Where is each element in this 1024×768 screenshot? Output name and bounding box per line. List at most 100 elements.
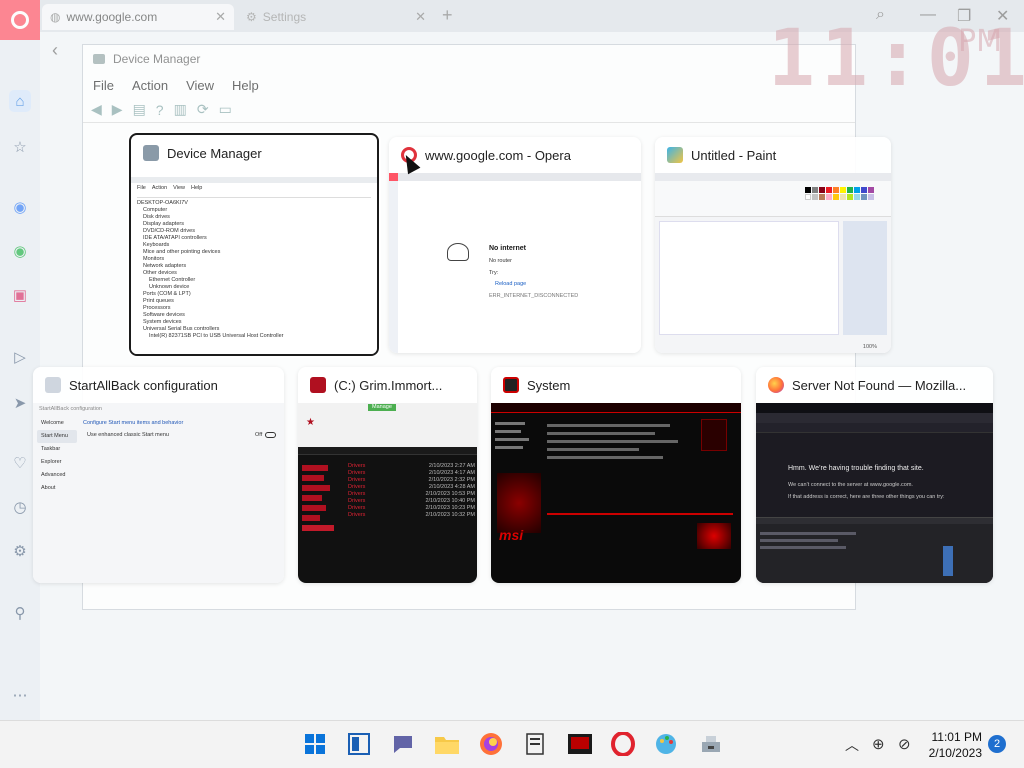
- tree-row: Intel(R) 82371SB PCI to USB Universal Ho…: [149, 333, 284, 339]
- windows-start-icon[interactable]: [302, 731, 328, 757]
- taskbar: ︿ ⊕ ⊘ 11:01 PM 2/10/2023 2: [0, 720, 1024, 768]
- language-globe-icon[interactable]: ⊕: [872, 735, 885, 753]
- thumb-menu-item: Help: [191, 185, 203, 191]
- file-explorer-icon[interactable]: [434, 731, 460, 757]
- thumb-nav-item: Taskbar: [41, 446, 61, 452]
- network-disconnected-icon[interactable]: ⊘: [898, 735, 911, 753]
- file-date: 2/10/2023 10:23 PM: [425, 505, 475, 511]
- thumb-text: If that address is correct, here are thr…: [788, 494, 945, 500]
- notification-count-badge[interactable]: 2: [988, 735, 1006, 753]
- msi-dragon-logo-icon: [497, 473, 541, 533]
- file-name: Drivers: [348, 512, 366, 518]
- file-date: 2/10/2023 10:53 PM: [425, 491, 475, 497]
- tree-row: Mice and other pointing devices: [143, 249, 221, 255]
- thumbnail-opera: No internet No router Try: Reload page E…: [389, 173, 641, 353]
- thumb-heading: Hmm. We’re having trouble finding that s…: [788, 465, 924, 472]
- card-header: (C:) Grim.Immort...: [298, 367, 477, 403]
- switcher-card-system[interactable]: System msi: [491, 367, 741, 583]
- card-header: StartAllBack configuration: [33, 367, 284, 403]
- firefox-icon: [768, 377, 784, 393]
- thumb-menu: File Action View Help: [137, 185, 371, 192]
- tree-row: Other devices: [143, 270, 177, 276]
- file-name: Drivers: [348, 470, 366, 476]
- thumbnail-firefox: Hmm. We’re having trouble finding that s…: [756, 403, 993, 583]
- thumb-heading: Configure Start menu items and behavior: [83, 420, 184, 426]
- switcher-card-paint[interactable]: Untitled - Paint 100%: [655, 137, 891, 353]
- thumb-option: Use enhanced classic Start menu: [87, 432, 169, 438]
- card-header: Server Not Found — Mozilla...: [756, 367, 993, 403]
- show-hidden-icons-chevron[interactable]: ︿: [845, 735, 859, 755]
- msi-dragon-icon: [697, 523, 731, 549]
- file-name: Drivers: [348, 477, 366, 483]
- file-explorer-icon: [310, 377, 326, 393]
- file-date: 2/10/2023 2:32 PM: [428, 477, 475, 483]
- firefox-icon[interactable]: [478, 731, 504, 757]
- tree-row: Universal Serial Bus controllers: [143, 326, 220, 332]
- tree-row: Monitors: [143, 256, 165, 262]
- thumb-nav-item: Welcome: [41, 420, 64, 426]
- snap-layouts-icon[interactable]: [346, 731, 372, 757]
- system-icon: [503, 377, 519, 393]
- file-name: Drivers: [348, 498, 366, 504]
- tree-row: Keyboards: [143, 242, 170, 248]
- thumb-tree: DESKTOP-OA6KI7V Computer Disk drives Dis…: [137, 200, 371, 340]
- tree-row: Disk drives: [143, 214, 170, 220]
- pin-star-icon: ★: [306, 417, 315, 428]
- thumb-link: Reload page: [495, 281, 527, 287]
- card-header: Untitled - Paint: [655, 137, 891, 173]
- switcher-card-explorer[interactable]: (C:) Grim.Immort... Manage ★ Drivers 2/10…: [298, 367, 477, 583]
- toggle-switch-icon: [265, 432, 276, 438]
- task-switcher: Device Manager File Action View Help DES…: [0, 0, 1024, 720]
- msi-brand-text: msi: [499, 527, 524, 543]
- tree-row: System devices: [143, 319, 182, 325]
- card-title: (C:) Grim.Immort...: [334, 377, 443, 393]
- device-manager-icon[interactable]: [698, 731, 724, 757]
- file-name: Drivers: [348, 505, 366, 511]
- msi-mascot-icon: [701, 419, 727, 451]
- thumb-nav-item: Explorer: [41, 459, 62, 465]
- ribbon-tab: Manage: [368, 404, 396, 411]
- tree-row: DVD/CD-ROM drives: [143, 228, 195, 234]
- card-title: Untitled - Paint: [691, 147, 777, 163]
- thumb-text: Try:: [489, 270, 499, 276]
- zoom-level: 100%: [862, 344, 877, 350]
- thumb-text: No router: [489, 258, 512, 264]
- switcher-card-opera[interactable]: www.google.com - Opera No internet No ro…: [389, 137, 641, 353]
- switcher-card-device-manager[interactable]: Device Manager File Action View Help DES…: [129, 133, 379, 356]
- startallback-icon: [45, 377, 61, 393]
- tree-row: Network adapters: [143, 263, 187, 269]
- switcher-card-firefox[interactable]: Server Not Found — Mozilla... Hmm. We’re…: [756, 367, 993, 583]
- card-header: www.google.com - Opera: [389, 137, 641, 173]
- notepad-icon[interactable]: [522, 731, 548, 757]
- thumb-text: We can’t connect to the server at www.go…: [788, 482, 913, 488]
- file-name: Drivers: [348, 491, 366, 497]
- card-title: System: [527, 377, 571, 393]
- file-date: 2/10/2023 2:27 AM: [428, 463, 475, 469]
- dino-icon: [447, 243, 469, 261]
- card-title: www.google.com - Opera: [425, 147, 571, 163]
- thumbnail-device-manager: File Action View Help DESKTOP-OA6KI7V Co…: [131, 175, 377, 354]
- taskbar-clock-date[interactable]: 2/10/2023: [922, 746, 982, 760]
- explorer-file-list: Drivers 2/10/2023 2:27 AM Drivers 2/10/202…: [348, 463, 475, 519]
- thumb-error-code: ERR_INTERNET_DISCONNECTED: [489, 293, 579, 299]
- thumbnail-system: msi: [491, 403, 741, 583]
- tree-row: Print queues: [143, 298, 174, 304]
- msi-center-icon[interactable]: [566, 731, 594, 757]
- switcher-card-startallback[interactable]: StartAllBack configuration StartAllBack …: [33, 367, 284, 583]
- thumbnail-explorer: Manage ★ Drivers 2/10/2023 2:27 AM Driver…: [298, 403, 477, 583]
- tree-row: Software devices: [143, 312, 185, 318]
- tree-row: Display adapters: [143, 221, 184, 227]
- card-header: Device Manager: [131, 135, 377, 171]
- thumb-nav-item: Advanced: [41, 472, 66, 478]
- paint-icon[interactable]: [654, 731, 680, 757]
- teams-chat-icon[interactable]: [390, 731, 416, 757]
- tree-row: Ports (COM & LPT): [143, 291, 191, 297]
- tree-row: Computer: [143, 207, 168, 213]
- card-title: Device Manager: [167, 145, 262, 161]
- thumb-toggle-label: Off: [255, 432, 263, 438]
- tree-row: Ethernet Controller: [149, 277, 196, 283]
- thumbnail-startallback: StartAllBack configuration Welcome Start…: [33, 403, 284, 583]
- opera-icon[interactable]: [610, 731, 636, 757]
- thumbnail-paint: 100%: [655, 173, 891, 353]
- taskbar-clock-time[interactable]: 11:01 PM: [930, 730, 982, 744]
